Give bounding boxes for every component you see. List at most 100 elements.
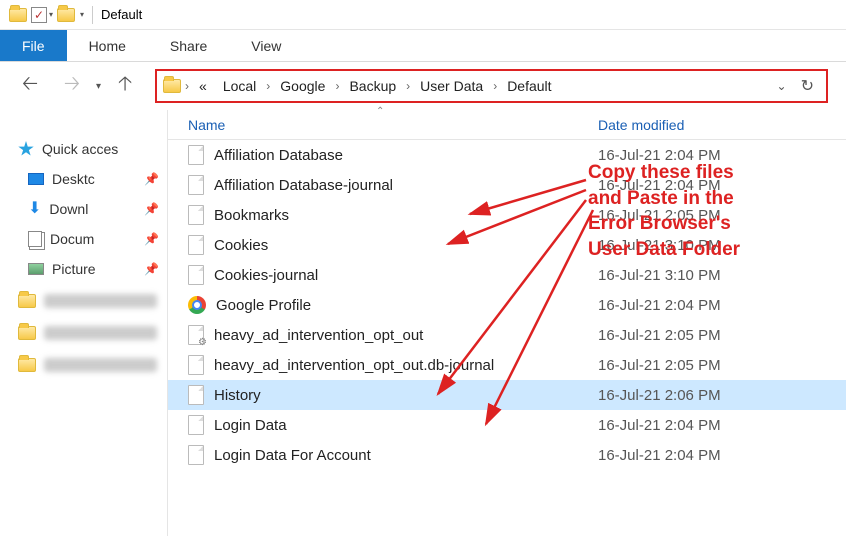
file-icon (188, 355, 204, 375)
file-row[interactable]: Google Profile 16-Jul-21 2:04 PM (168, 290, 846, 320)
column-header-name[interactable]: Name (168, 117, 598, 133)
file-pane: ⌃ Name Date modified Affiliation Databas… (168, 110, 846, 536)
file-icon (188, 145, 204, 165)
file-row[interactable]: heavy_ad_intervention_opt_out.db-journal… (168, 350, 846, 380)
tab-home[interactable]: Home (67, 30, 148, 61)
file-name: Login Data For Account (214, 447, 371, 464)
folder-icon (18, 326, 36, 340)
file-list: Affiliation Database16-Jul-21 2:04 PMAff… (168, 140, 846, 470)
sidebar-item-blurred[interactable] (18, 318, 157, 348)
qat-folder-button[interactable] (6, 3, 30, 27)
file-date: 16-Jul-21 2:04 PM (598, 177, 846, 194)
sidebar-item-desktop[interactable]: Desktc 📌 (0, 164, 167, 194)
file-row[interactable]: Cookies-journal16-Jul-21 3:10 PM (168, 260, 846, 290)
sidebar-item-blurred[interactable] (18, 350, 157, 380)
breadcrumb-item[interactable]: Default (501, 76, 557, 96)
breadcrumb-item[interactable]: Local (217, 76, 262, 96)
file-icon (188, 205, 204, 225)
history-dropdown-icon[interactable]: ▾ (96, 81, 101, 92)
up-button[interactable]: 🡡 (107, 68, 143, 104)
file-name: Affiliation Database-journal (214, 177, 393, 194)
file-name: heavy_ad_intervention_opt_out.db-journal (214, 357, 494, 374)
file-icon (188, 415, 204, 435)
folder-icon (18, 358, 36, 372)
file-row[interactable]: Affiliation Database16-Jul-21 2:04 PM (168, 140, 846, 170)
file-icon (188, 175, 204, 195)
file-date: 16-Jul-21 3:10 PM (598, 237, 846, 254)
file-tab[interactable]: File (0, 30, 67, 61)
desktop-icon (28, 173, 44, 185)
chevron-right-icon: › (335, 79, 339, 93)
breadcrumb-item[interactable]: Google (274, 76, 331, 96)
sidebar: Quick acces Desktc 📌 ⬇ Downl 📌 Docum 📌 P… (0, 110, 168, 536)
chevron-right-icon: › (406, 79, 410, 93)
sidebar-item-pictures[interactable]: Picture 📌 (0, 254, 167, 284)
tab-view[interactable]: View (229, 30, 303, 61)
pin-icon: 📌 (144, 172, 159, 186)
breadcrumb-item[interactable]: Backup (343, 76, 402, 96)
chrome-icon (188, 296, 206, 314)
ribbon-tabs: File Home Share View (0, 30, 846, 62)
chevron-right-icon: › (266, 79, 270, 93)
pin-icon: 📌 (144, 232, 159, 246)
file-icon (188, 445, 204, 465)
address-bar[interactable]: › « Local › Google › Backup › User Data … (155, 69, 828, 103)
file-date: 16-Jul-21 2:05 PM (598, 207, 846, 224)
file-row[interactable]: Affiliation Database-journal 16-Jul-21 2:… (168, 170, 846, 200)
file-row[interactable]: Login Data For Account 16-Jul-21 2:04 PM (168, 440, 846, 470)
window-title: Default (101, 7, 142, 22)
file-date: 16-Jul-21 2:04 PM (598, 297, 846, 314)
tab-share[interactable]: Share (148, 30, 229, 61)
file-date: 16-Jul-21 2:06 PM (598, 387, 846, 404)
sidebar-item-blurred[interactable] (18, 286, 157, 316)
folder-icon (163, 79, 181, 93)
file-row[interactable]: History 16-Jul-21 2:06 PM (168, 380, 846, 410)
file-date: 16-Jul-21 3:10 PM (598, 267, 846, 284)
breadcrumb-ellipsis[interactable]: « (193, 76, 213, 96)
file-row[interactable]: Login Data 16-Jul-21 2:04 PM (168, 410, 846, 440)
chevron-down-icon: ▾ (49, 10, 53, 19)
folder-icon (18, 294, 36, 308)
sidebar-item-documents[interactable]: Docum 📌 (0, 224, 167, 254)
file-date: 16-Jul-21 2:04 PM (598, 417, 846, 434)
back-button[interactable]: 🡠 (12, 68, 48, 104)
file-name: Login Data (214, 417, 287, 434)
document-icon (28, 231, 42, 247)
settings-file-icon (188, 325, 204, 345)
refresh-icon[interactable]: ↻ (801, 76, 814, 96)
file-date: 16-Jul-21 2:04 PM (598, 147, 846, 164)
file-name: heavy_ad_intervention_opt_out (214, 327, 423, 344)
navigation-bar: 🡠 🡢 ▾ 🡡 › « Local › Google › Backup › Us… (0, 62, 846, 110)
file-icon (188, 385, 204, 405)
file-row[interactable]: Cookies 16-Jul-21 3:10 PM (168, 230, 846, 260)
file-name: Google Profile (216, 297, 311, 314)
pin-icon: 📌 (144, 202, 159, 216)
sidebar-item-label: Picture (52, 261, 96, 277)
checkbox-icon: ✓ (31, 7, 47, 23)
picture-icon (28, 263, 44, 275)
file-icon (188, 235, 204, 255)
file-row[interactable]: heavy_ad_intervention_opt_out 16-Jul-21 2… (168, 320, 846, 350)
sidebar-quick-access[interactable]: Quick acces (0, 134, 167, 164)
file-name: Cookies (214, 237, 268, 254)
chevron-right-icon: › (185, 79, 189, 93)
file-row[interactable]: Bookmarks 16-Jul-21 2:05 PM (168, 200, 846, 230)
file-date: 16-Jul-21 2:05 PM (598, 327, 846, 344)
qat-properties-button[interactable]: ✓▾ (30, 3, 54, 27)
download-icon: ⬇ (28, 201, 41, 217)
forward-button[interactable]: 🡢 (54, 68, 90, 104)
breadcrumb-item[interactable]: User Data (414, 76, 489, 96)
star-icon (18, 141, 34, 157)
column-header-date[interactable]: Date modified (598, 117, 846, 133)
sidebar-item-downloads[interactable]: ⬇ Downl 📌 (0, 194, 167, 224)
qat-customize-icon[interactable]: ▾ (80, 10, 84, 19)
address-dropdown-icon[interactable]: ⌄ (777, 79, 787, 93)
column-headers: ⌃ Name Date modified (168, 110, 846, 140)
file-date: 16-Jul-21 2:04 PM (598, 447, 846, 464)
file-name: Bookmarks (214, 207, 289, 224)
file-name: History (214, 387, 261, 404)
main-area: Quick acces Desktc 📌 ⬇ Downl 📌 Docum 📌 P… (0, 110, 846, 536)
sidebar-item-label: Quick acces (42, 141, 118, 157)
sort-indicator-icon: ⌃ (376, 106, 384, 117)
qat-newfolder-button[interactable] (54, 3, 78, 27)
